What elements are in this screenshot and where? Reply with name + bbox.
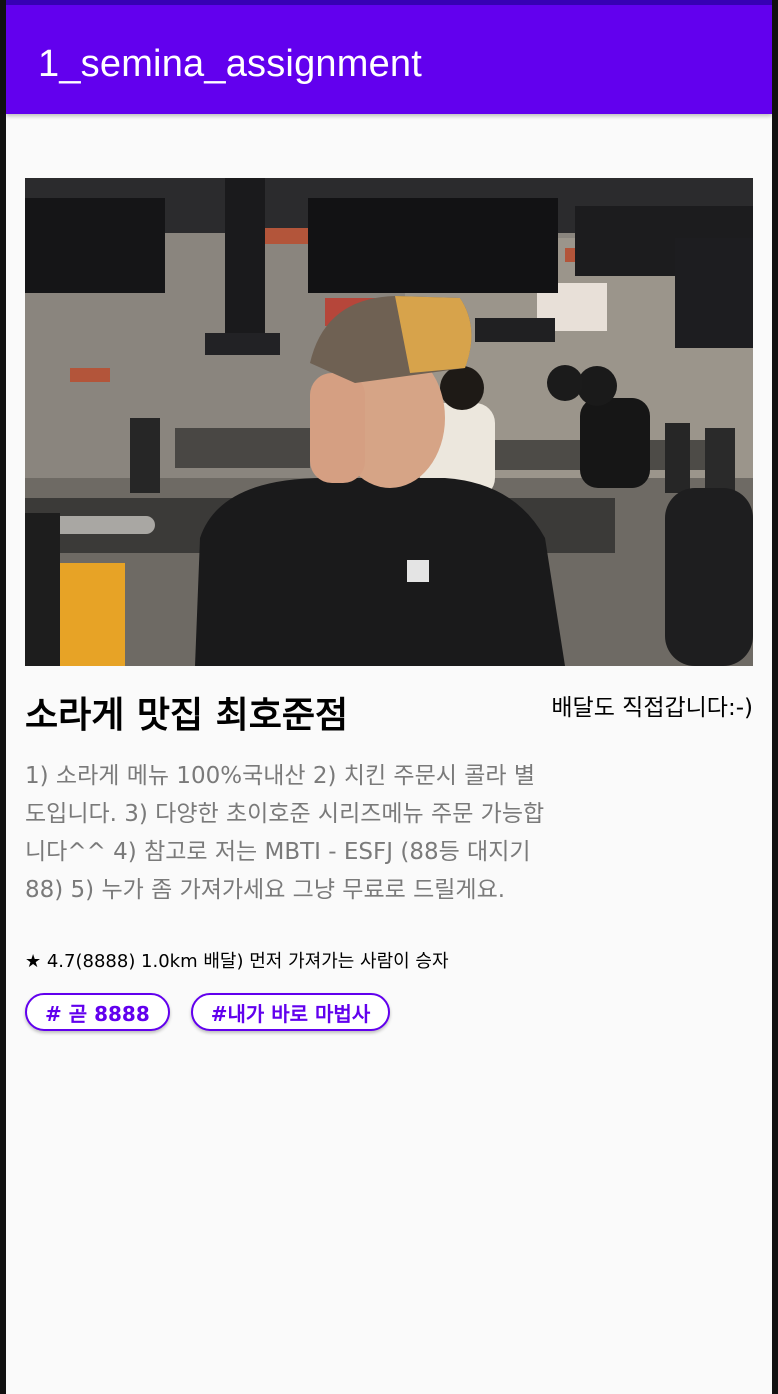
app-title: 1_semina_assignment — [38, 43, 423, 85]
delivery-note: 배달도 직접갑니다:-) — [551, 695, 753, 721]
store-description: 1) 소라게 메뉴 100%국내산 2) 치킨 주문시 콜라 별도입니다. 3)… — [25, 763, 545, 903]
app-bar: 1_semina_assignment — [6, 0, 772, 114]
store-title: 소라게 맛집 최호준점 — [25, 695, 349, 736]
store-rating-info: ★ 4.7(8888) 1.0km 배달) 먼저 가져가는 사람이 승자 — [25, 951, 449, 972]
restaurant-photo — [25, 178, 753, 666]
tag-chips: # 곧 8888 #내가 바로 마법사 — [25, 993, 391, 1031]
tag-chip-8888[interactable]: # 곧 8888 — [25, 993, 170, 1031]
tag-chip-wizard[interactable]: #내가 바로 마법사 — [190, 993, 391, 1031]
store-photo — [25, 178, 753, 666]
app-screen: 1_semina_assignment 소라게 맛집 최호준점 배달도 직접갑니… — [6, 0, 772, 1394]
